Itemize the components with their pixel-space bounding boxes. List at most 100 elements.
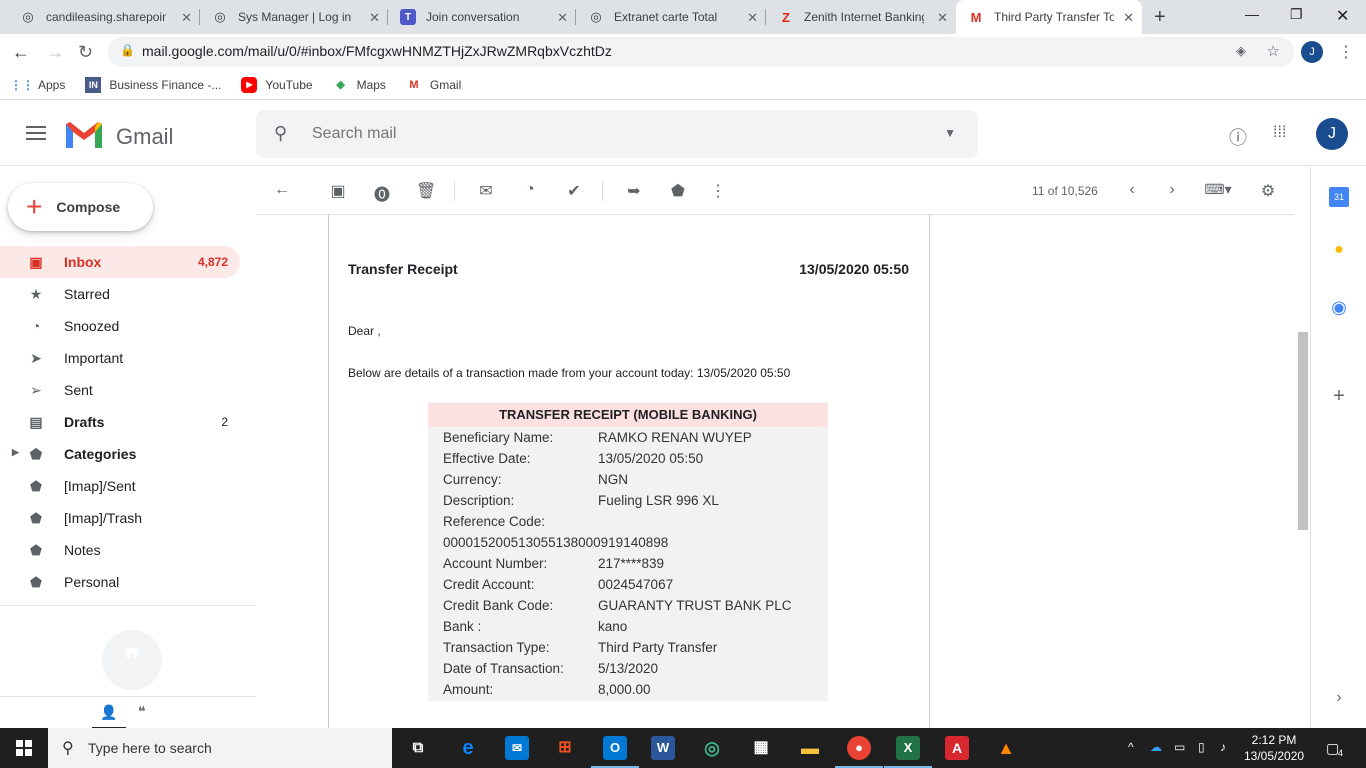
search-box[interactable]: ⚲ ▼: [256, 110, 978, 158]
volume-icon[interactable]: ♪: [1220, 740, 1226, 754]
keep-icon[interactable]: ●: [1329, 241, 1349, 261]
onedrive-icon[interactable]: ☁: [1150, 740, 1162, 754]
search-input[interactable]: [312, 122, 912, 146]
search-options-icon[interactable]: ▼: [944, 126, 956, 140]
sidebar-item-drafts[interactable]: ▤ Drafts 2: [0, 406, 240, 438]
gmail-header: Gmail ⚲ ▼ ⓘ ⁞⁞⁞ J: [0, 102, 1366, 166]
store-icon[interactable]: ⊞: [553, 736, 577, 760]
tab-zenith[interactable]: Z Zenith Internet Banking ✕: [766, 0, 956, 34]
close-icon[interactable]: ✕: [369, 10, 380, 26]
tab-extranet[interactable]: ◎ Extranet carte Total ✕: [576, 0, 766, 34]
add-task-icon[interactable]: ✔: [564, 181, 584, 201]
close-icon[interactable]: ✕: [181, 10, 192, 26]
sidebar-item-starred[interactable]: ★ Starred: [0, 278, 240, 310]
label-list: ▣ Inbox 4,872 ★ Starred ◔ Snoozed ➤ Impo…: [0, 246, 240, 598]
email-greeting: Dear ,: [348, 324, 381, 338]
taskbar-search[interactable]: ⚲ Type here to search: [48, 728, 392, 768]
newer-icon[interactable]: ‹: [1122, 181, 1142, 199]
word-icon[interactable]: W: [651, 736, 675, 760]
receipt-row: Bank : kano: [443, 619, 628, 634]
hangouts-icon[interactable]: ❝: [138, 703, 146, 720]
bookmark-gmail[interactable]: M Gmail: [406, 77, 461, 93]
contacts-icon[interactable]: 👤: [92, 697, 126, 730]
bookmark-maps[interactable]: ◆ Maps: [333, 77, 386, 93]
compose-button[interactable]: + Compose: [8, 183, 153, 231]
labels-icon[interactable]: ⬟: [668, 181, 688, 201]
sidebar-item-imap-sent[interactable]: ⬟ [Imap]/Sent: [0, 470, 240, 502]
new-tab-icon[interactable]: +: [1154, 6, 1166, 29]
close-icon[interactable]: ✕: [747, 10, 758, 26]
profile-avatar[interactable]: J: [1301, 41, 1323, 63]
bookmark-business-finance[interactable]: IN Business Finance -...: [85, 76, 221, 93]
older-icon[interactable]: ›: [1162, 181, 1182, 199]
message-scrollbar[interactable]: [1298, 332, 1308, 530]
expand-panel-icon[interactable]: ›: [1329, 689, 1349, 709]
main-menu-icon[interactable]: [26, 126, 46, 144]
sidebar-item-imap-trash[interactable]: ⬟ [Imap]/Trash: [0, 502, 240, 534]
tab-sys-manager[interactable]: ◎ Sys Manager | Log in ✕: [200, 0, 388, 34]
back-to-inbox-icon[interactable]: ←: [272, 181, 292, 199]
windows-start-icon[interactable]: [16, 740, 32, 756]
tasks-icon[interactable]: ◉: [1329, 297, 1349, 317]
file-explorer-icon[interactable]: ▬: [798, 736, 822, 760]
battery-icon[interactable]: ▭: [1174, 740, 1185, 754]
task-view-icon[interactable]: ⧉: [406, 736, 430, 760]
sidebar-item-personal[interactable]: ⬟ Personal: [0, 566, 240, 598]
move-to-icon[interactable]: ➥: [624, 181, 644, 201]
calculator-icon[interactable]: ▦: [749, 736, 773, 760]
more-icon[interactable]: ⋮: [708, 181, 728, 201]
star-icon: ★: [29, 286, 43, 302]
bookmark-apps[interactable]: ⋮⋮ Apps: [10, 77, 65, 93]
minimize-icon[interactable]: —: [1245, 6, 1259, 22]
close-icon[interactable]: ✕: [1123, 10, 1134, 26]
sidebar-item-snoozed[interactable]: ◔ Snoozed: [0, 310, 240, 342]
reload-icon[interactable]: ↻: [78, 42, 93, 63]
restore-icon[interactable]: ❐: [1290, 6, 1303, 23]
tab-third-party-transfer[interactable]: M Third Party Transfer To B ✕: [956, 0, 1142, 34]
delete-icon[interactable]: 🗑: [416, 181, 436, 201]
more-vert-icon[interactable]: ⋮: [1338, 42, 1354, 62]
mail-icon[interactable]: ✉: [505, 736, 529, 760]
edge-icon[interactable]: e: [456, 736, 480, 760]
close-icon[interactable]: ✕: [557, 10, 568, 26]
sidebar-item-categories[interactable]: ▶ ⬟ Categories: [0, 438, 240, 470]
search-icon[interactable]: ⚲: [274, 123, 287, 144]
outlook-icon[interactable]: O: [591, 736, 639, 768]
snooze-icon[interactable]: ◔: [520, 181, 540, 199]
message-toolbar: ← ▣ ⓿ 🗑 ✉ ◔ ✔ ➥ ⬟ ⋮ 11 of 10,526 ‹ › ⌨▾ …: [256, 167, 1294, 215]
notification-count: 4: [1338, 748, 1344, 758]
help-icon[interactable]: ⓘ: [1229, 124, 1247, 150]
sidebar-item-important[interactable]: ➤ Important: [0, 342, 240, 374]
tab-join-conversation[interactable]: T Join conversation ✕: [388, 0, 576, 34]
input-tools-icon[interactable]: ⌨▾: [1200, 181, 1236, 198]
acrobat-icon[interactable]: A: [945, 736, 969, 760]
app-ring-icon[interactable]: ◎: [700, 736, 724, 760]
sidebar-item-notes[interactable]: ⬟ Notes: [0, 534, 240, 566]
tray-chevron-icon[interactable]: ^: [1128, 740, 1134, 754]
network-icon[interactable]: ▯: [1198, 740, 1205, 754]
back-icon[interactable]: ←: [12, 42, 30, 63]
excel-icon[interactable]: X: [884, 736, 932, 768]
close-window-icon[interactable]: ✕: [1336, 6, 1349, 26]
google-apps-icon[interactable]: ⁞⁞⁞: [1273, 124, 1286, 142]
account-avatar[interactable]: J: [1316, 118, 1348, 150]
taskbar-clock[interactable]: 2:12 PM 13/05/2020: [1244, 732, 1304, 764]
expand-arrow-icon[interactable]: ▶: [12, 447, 19, 458]
forward-icon[interactable]: →: [46, 42, 64, 63]
sidebar-item-sent[interactable]: ➢ Sent: [0, 374, 240, 406]
add-addon-icon[interactable]: +: [1329, 385, 1349, 407]
star-icon[interactable]: ☆: [1267, 42, 1280, 60]
tab-sharepoint[interactable]: ◎ candileasing.sharepoint.com ✕: [8, 0, 200, 34]
bookmark-youtube[interactable]: ▶ YouTube: [241, 76, 313, 93]
url-bar[interactable]: 🔒 mail.google.com/mail/u/0/#inbox/FMfcgx…: [108, 37, 1294, 67]
mark-unread-icon[interactable]: ✉: [476, 181, 496, 201]
report-spam-icon[interactable]: ⓿: [372, 181, 392, 205]
extension-icon[interactable]: ◈: [1236, 43, 1246, 59]
vlc-icon[interactable]: ▲: [994, 736, 1018, 760]
settings-gear-icon[interactable]: ⚙: [1258, 181, 1278, 201]
archive-icon[interactable]: ▣: [328, 181, 348, 201]
calendar-icon[interactable]: 31: [1329, 187, 1349, 207]
close-icon[interactable]: ✕: [937, 10, 948, 26]
sidebar-item-inbox[interactable]: ▣ Inbox 4,872: [0, 246, 240, 278]
chrome-icon[interactable]: ●: [835, 736, 883, 768]
